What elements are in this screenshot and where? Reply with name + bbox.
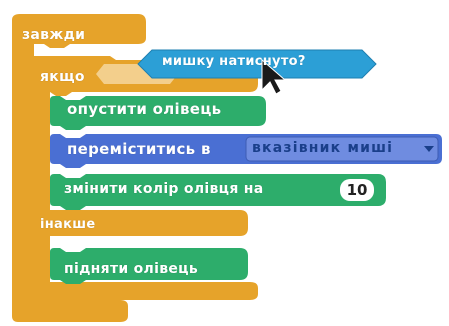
pen-up-label: підняти олівець xyxy=(64,261,198,277)
scratch-script-area: завжди якщо мишку натиснуто? опустити ол… xyxy=(0,0,449,326)
pen-down-label: опустити олівець xyxy=(67,100,222,118)
go-to-label: переміститись в xyxy=(67,140,211,158)
color-value-text[interactable]: 10 xyxy=(340,181,374,199)
go-to-target-text[interactable]: вказівник миші xyxy=(252,140,393,156)
forever-label: завжди xyxy=(22,27,86,43)
mouse-down-label: мишку натиснуто? xyxy=(162,54,306,69)
change-pen-color-label: змінити колір олівця на xyxy=(64,181,264,197)
if-label: якщо xyxy=(40,69,85,85)
script-blocks-graphics xyxy=(12,14,442,322)
else-label: інакше xyxy=(40,217,96,232)
